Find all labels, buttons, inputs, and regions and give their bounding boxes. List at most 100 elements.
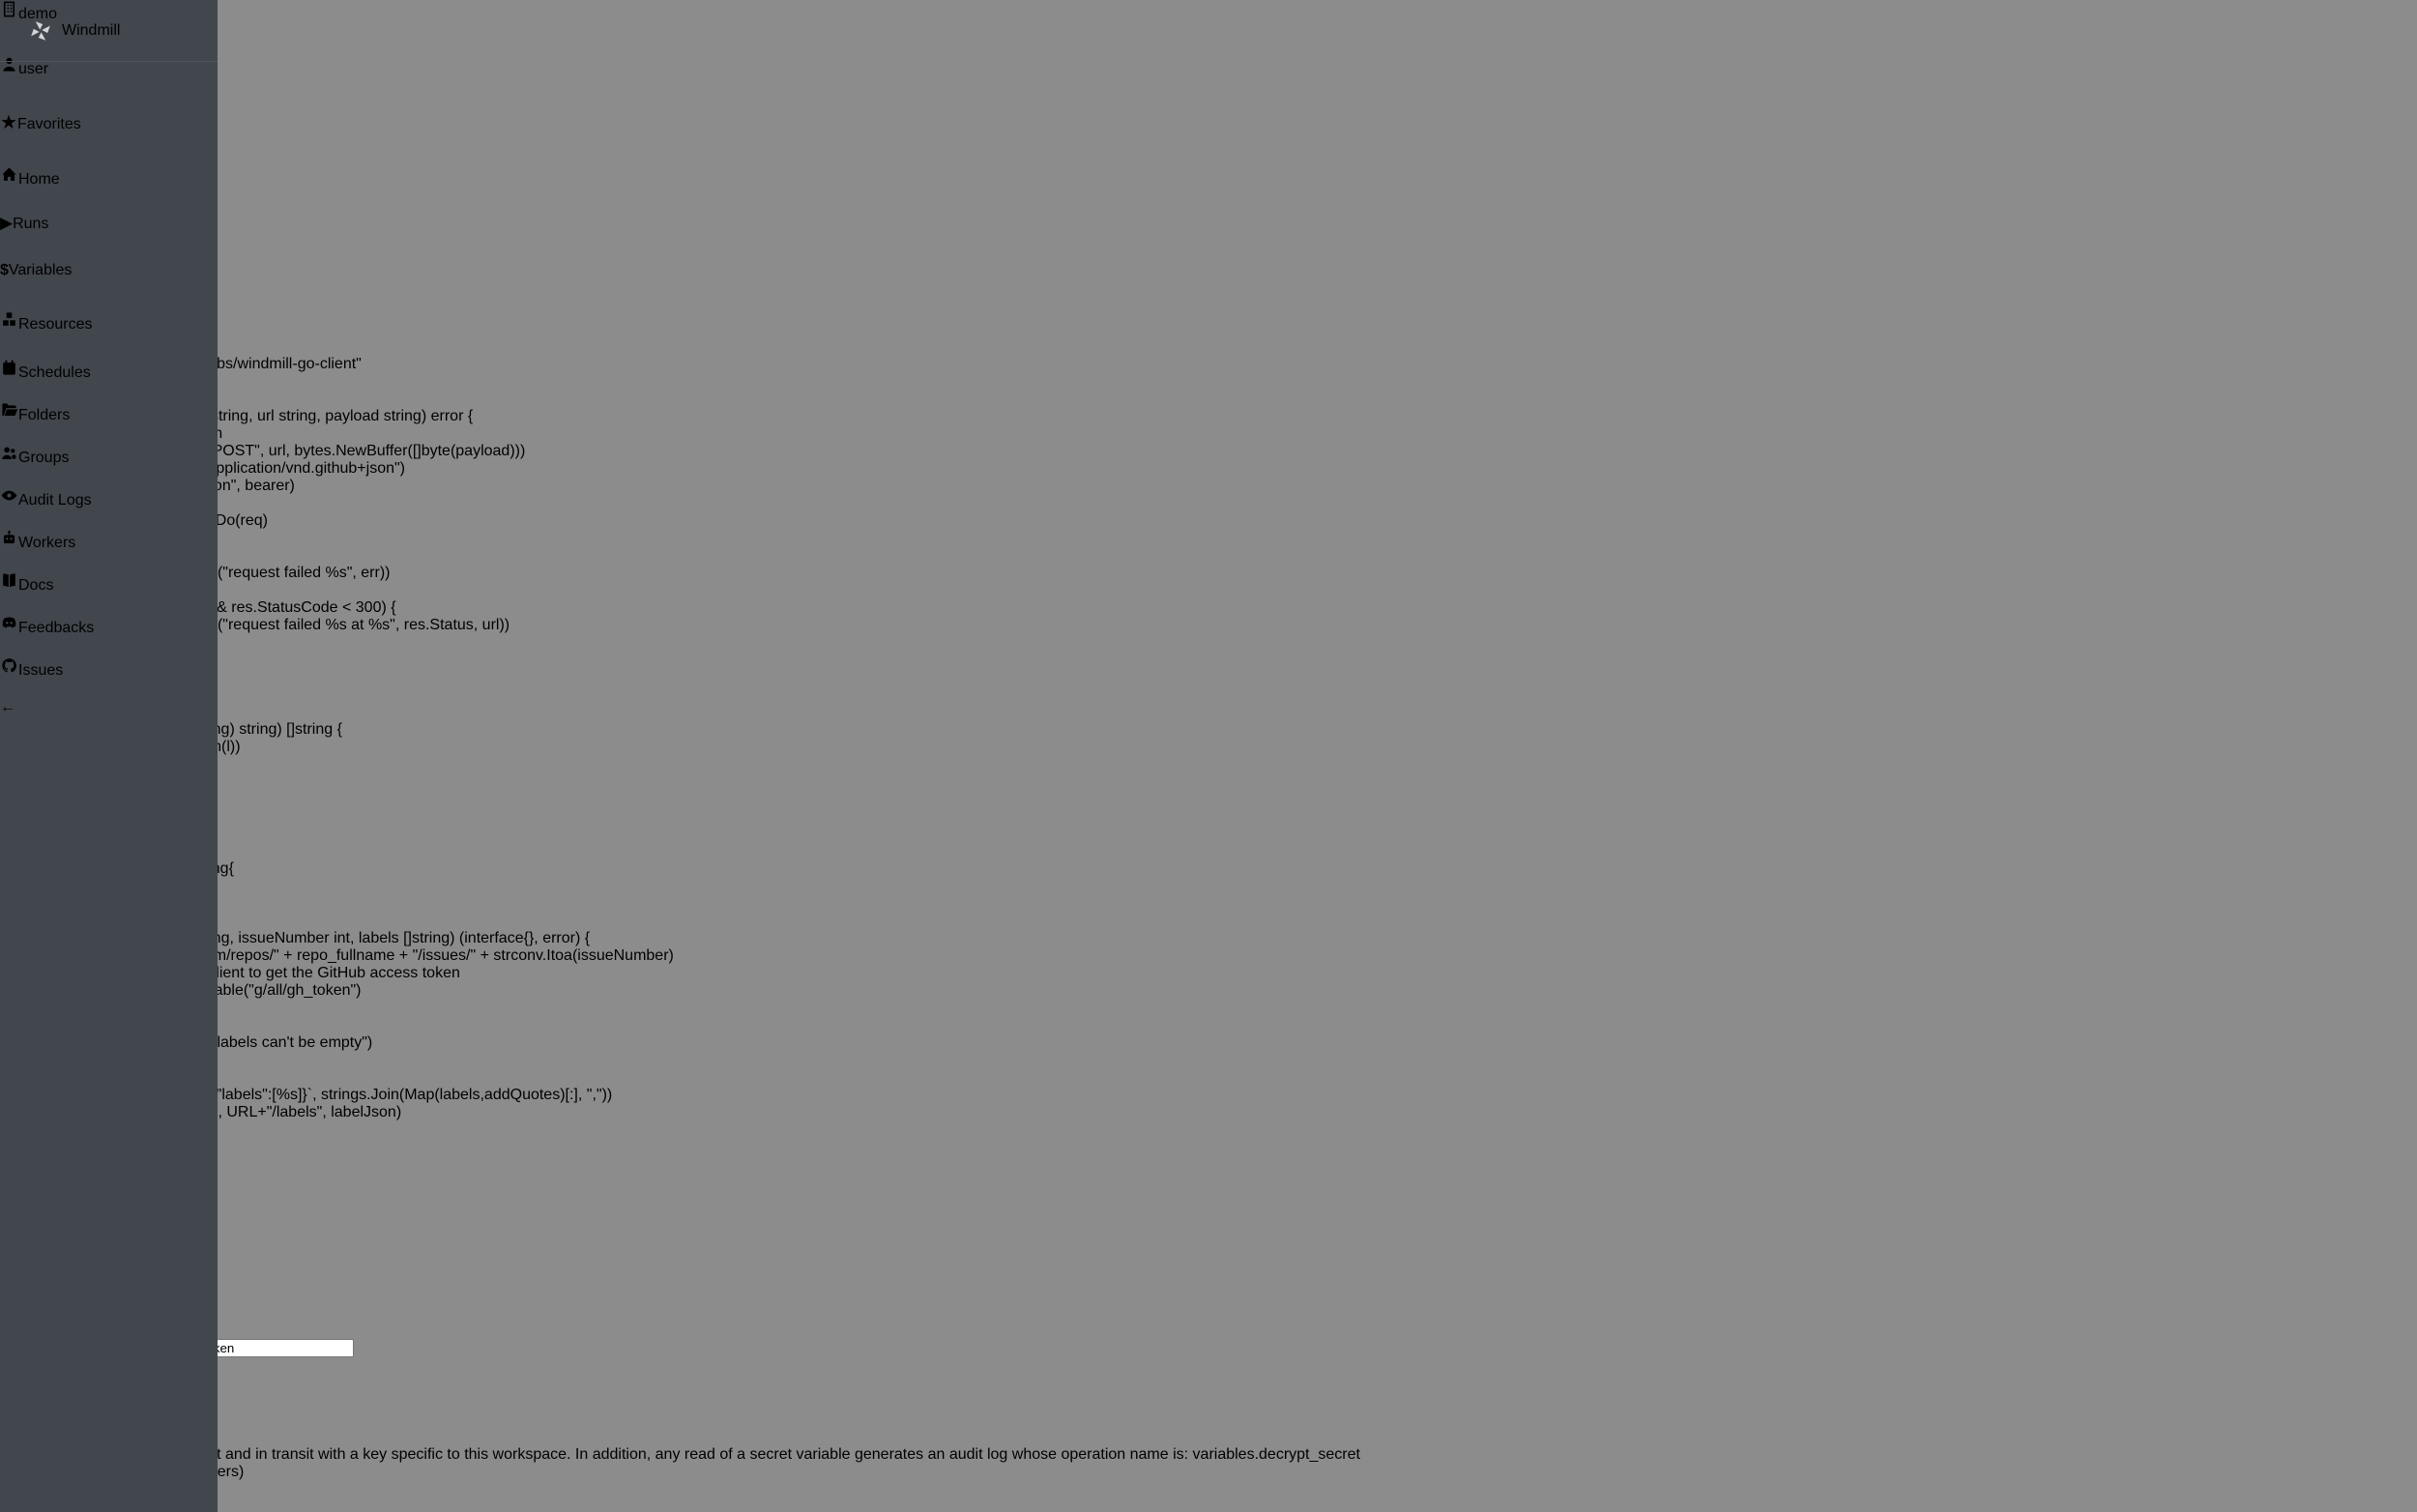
code-line: 3import ( [0,217,2417,234]
user-icon [0,61,18,77]
code-line: 19 [0,495,2417,512]
code-line: 18 req.Header.Add("Authorization", beare… [0,478,2417,495]
code-line: 14func postRequest(gh_token string, url … [0,408,2417,425]
book-icon [0,577,18,594]
code-line: 21 [0,530,2417,547]
sidebar: Windmill demouser★Favorites Home▶Runs$Va… [0,0,218,1512]
code-line: 57 return nil, err [0,1156,2417,1174]
code-line: 1package inner [0,182,2417,199]
folder-icon [0,407,18,423]
sidebar-item-folders[interactable]: Folders [0,401,218,444]
editor-header: Metadata/Code/Advanced u/us [0,0,2417,39]
warning-title: Audit log for each access [0,1429,2417,1446]
owner-kind-folder-option[interactable]: Folder [0,1322,2417,1339]
sidebar-item-label: Workers [18,535,75,551]
warning-body: Every secret is encrypted at rest and in… [0,1446,2417,1464]
sidebar-item-variables[interactable]: $Variables [0,262,218,310]
code-line: 12) [0,373,2417,391]
sidebar-item-label: Runs [13,216,48,232]
code-line: 53 var labelJson = fmt.Sprintf(`{"labels… [0,1087,2417,1104]
code-line: 16 req, _ := http.NewRequest("POST", url… [0,443,2417,460]
code-line: 30} [0,686,2417,704]
home-icon [0,171,18,188]
code-line: 23 return errors.New(fmt.Sprintf("reques… [0,565,2417,582]
sidebar-item-groups[interactable]: Groups [0,444,218,486]
sidebar-item-docs[interactable]: Docs [0,571,218,614]
script-path[interactable]: u/us [0,17,2417,39]
code-line: 46 // We're using the Windmill client to… [0,965,2417,982]
code-line: 6 "fmt" [0,269,2417,286]
code-line: 35 lmapped[i] = f(v) [0,773,2417,791]
code-line: 56 fmt.Println(err) [0,1139,2417,1156]
path-section-heading: Path [0,1252,2417,1269]
code-line: 47 gh_token, _ := wmill.GetVariable("g/a… [0,982,2417,1000]
code-line: 15 bearer := "token " + gh_token [0,425,2417,443]
code-line: 5 "errors" [0,251,2417,269]
user-field-label: User [0,1269,2417,1287]
lint-status-badge: Valid [0,39,2417,56]
robot-icon [0,535,18,551]
drawer-add-variable: × Add a variable Save Path User Name* Us… [0,1191,2417,1512]
dollar-icon: $ [0,262,9,278]
secret-toggle-label: Secret [0,1392,2417,1410]
code-line: 38} [0,826,2417,843]
code-line: 37 return lmapped [0,808,2417,826]
sidebar-item-label: user [18,61,48,77]
code-line: 25 if !(res.StatusCode >= 200 && res.Sta… [0,599,2417,617]
calendar-icon [0,364,18,381]
collapse-sidebar-button[interactable]: ← [0,699,218,716]
sidebar-item-label: Audit Logs [18,492,92,509]
code-line: 36 } [0,791,2417,808]
sidebar-item-workers[interactable]: Workers [0,529,218,571]
code-line: 17 req.Header.Add("Accept", "application… [0,460,2417,478]
code-line: 22 if err != nil { [0,547,2417,565]
code-line: 2 [0,199,2417,217]
owner-kind-toggle: User Folder [0,1304,2417,1339]
sidebar-item-favorites[interactable]: ★Favorites [0,110,218,165]
code-line: 50 return nil, errors.New("list of label… [0,1034,2417,1052]
code-line: 40func addQuotes(s string) string{ [0,860,2417,878]
code-line: 7 "net/http" [0,286,2417,304]
code-line: 31 [0,704,2417,721]
cubes-icon [0,316,18,333]
code-line: 54 err := postRequest(gh_token, URL+"/la… [0,1104,2417,1121]
audit-warning-banner: ⚠ Audit log for each access Every secret… [0,1410,2417,1464]
sidebar-item-home[interactable]: Home [0,165,218,214]
code-editor[interactable]: 1package inner23import (4 "bytes"5 "erro… [0,182,2417,1191]
arrow-left-icon: ← [0,699,15,715]
windmill-logo[interactable]: Windmill [0,0,218,62]
code-line: 4 "bytes" [0,234,2417,251]
sidebar-item-resources[interactable]: Resources [0,310,218,359]
code-line: 28 defer res.Body.Close() [0,652,2417,669]
play-icon: ▶ [0,216,13,232]
sidebar-item-label: Home [18,171,60,188]
code-line: 24 } [0,582,2417,599]
sidebar-item-label: Feedbacks [18,620,94,636]
code-line: 58 } [0,1174,2417,1191]
owner-kind-user-option[interactable]: User [0,1304,2417,1322]
sidebar-item-runs[interactable]: ▶Runs [0,214,218,262]
sidebar-item-label: Docs [18,577,53,594]
editor-page: Metadata/Code/Advanced u/us Valid $+Cont… [0,0,2417,1191]
code-line: 33 lmapped := make([]string, len(l)) [0,739,2417,756]
code-line: 42} [0,895,2417,913]
sidebar-item-schedules[interactable]: Schedules [0,359,218,401]
sidebar-item-user[interactable]: user [0,55,218,110]
name-field-label: Name* [0,1287,2417,1304]
sidebar-item-audit-logs[interactable]: Audit Logs [0,486,218,529]
code-line: 43 [0,913,2417,930]
sidebar-item-feedbacks[interactable]: Feedbacks [0,614,218,656]
code-line: 34 for i, v := range l { [0,756,2417,773]
variable-value-heading: Variable value (5/10000 characters) [0,1464,2417,1481]
sidebar-item-issues[interactable]: Issues [0,656,218,699]
sidebar-item-label: Schedules [18,364,91,381]
code-line: 49 if len(labels) == 0{ [0,1017,2417,1034]
code-line: 13 [0,391,2417,408]
code-line: 39 [0,843,2417,860]
code-line: 8 "strconv" [0,304,2417,321]
sidebar-item-label: Variables [9,262,73,278]
code-line: 27 } [0,634,2417,652]
code-line: 9 "strings" [0,321,2417,338]
github-icon [0,662,18,679]
sidebar-item-label: Resources [18,316,92,333]
